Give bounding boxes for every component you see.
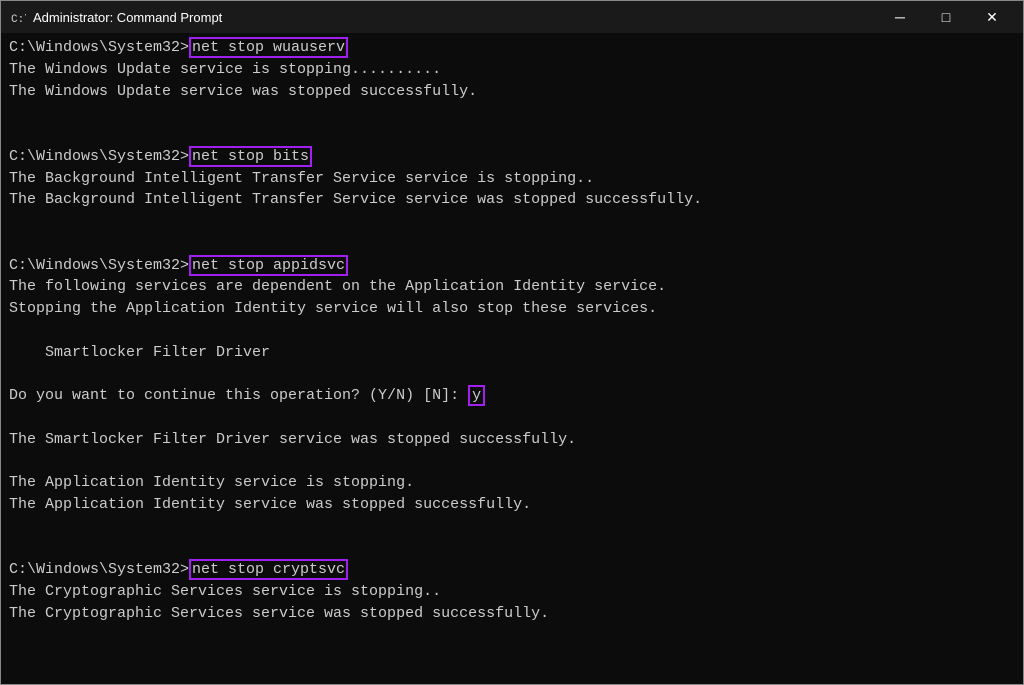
line-22: The Application Identity service was sto…: [9, 494, 1015, 516]
line-18: [9, 407, 1015, 429]
svg-text:C:\: C:\: [11, 14, 26, 25]
line-12: The following services are dependent on …: [9, 276, 1015, 298]
line-24: [9, 537, 1015, 559]
line-13: Stopping the Application Identity servic…: [9, 298, 1015, 320]
prompt-1: C:\Windows\System32>: [9, 39, 189, 56]
line-8: The Background Intelligent Transfer Serv…: [9, 189, 1015, 211]
terminal-body[interactable]: C:\Windows\System32>net stop wuauserv Th…: [1, 33, 1023, 684]
title-bar: C:\ Administrator: Command Prompt ─ □ ✕: [1, 1, 1023, 33]
cmd-3: net stop appidsvc: [189, 255, 348, 276]
cmd-2: net stop bits: [189, 146, 312, 167]
prompt-3: C:\Windows\System32>: [9, 257, 189, 274]
line-1: C:\Windows\System32>net stop wuauserv: [9, 37, 1015, 59]
line-3: The Windows Update service was stopped s…: [9, 81, 1015, 103]
line-16: [9, 363, 1015, 385]
line-23: [9, 516, 1015, 538]
window-title: Administrator: Command Prompt: [33, 10, 877, 25]
line-2: The Windows Update service is stopping..…: [9, 59, 1015, 81]
line-7: The Background Intelligent Transfer Serv…: [9, 168, 1015, 190]
line-20: [9, 450, 1015, 472]
yn-answer: y: [468, 385, 485, 406]
cmd-4: net stop cryptsvc: [189, 559, 348, 580]
prompt-2: C:\Windows\System32>: [9, 148, 189, 165]
minimize-button[interactable]: ─: [877, 1, 923, 33]
line-9: [9, 211, 1015, 233]
close-button[interactable]: ✕: [969, 1, 1015, 33]
line-4: [9, 102, 1015, 124]
line-11: C:\Windows\System32>net stop appidsvc: [9, 255, 1015, 277]
line-17: Do you want to continue this operation? …: [9, 385, 1015, 407]
line-14: [9, 320, 1015, 342]
line-25: C:\Windows\System32>net stop cryptsvc: [9, 559, 1015, 581]
cmd-window: C:\ Administrator: Command Prompt ─ □ ✕ …: [0, 0, 1024, 685]
line-27: The Cryptographic Services service was s…: [9, 603, 1015, 625]
line-19: The Smartlocker Filter Driver service wa…: [9, 429, 1015, 451]
line-15: Smartlocker Filter Driver: [9, 342, 1015, 364]
line-6: C:\Windows\System32>net stop bits: [9, 146, 1015, 168]
line-26: The Cryptographic Services service is st…: [9, 581, 1015, 603]
cmd-1: net stop wuauserv: [189, 37, 348, 58]
prompt-4: C:\Windows\System32>: [9, 561, 189, 578]
line-5: [9, 124, 1015, 146]
line-10: [9, 233, 1015, 255]
cmd-icon: C:\: [9, 8, 27, 26]
line-21: The Application Identity service is stop…: [9, 472, 1015, 494]
maximize-button[interactable]: □: [923, 1, 969, 33]
window-controls: ─ □ ✕: [877, 1, 1015, 33]
